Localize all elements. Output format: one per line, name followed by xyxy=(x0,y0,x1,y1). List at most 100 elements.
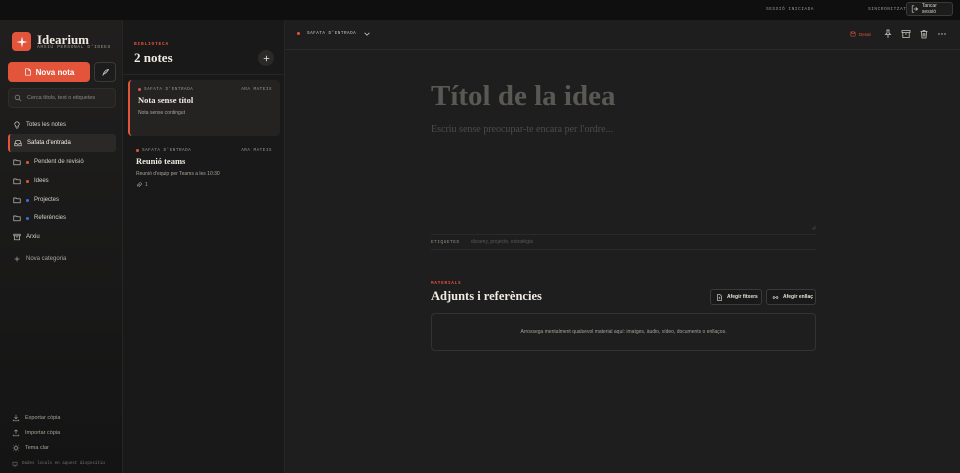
new-category-label: Nova categoria xyxy=(26,256,67,262)
folder-icon xyxy=(13,159,21,166)
title-input[interactable]: Títol de la idea xyxy=(431,80,615,113)
note-meta: SAFATA D'ENTRADA ARA MATEIX xyxy=(136,148,272,153)
inbox-icon xyxy=(14,140,22,147)
folder-icon xyxy=(13,215,21,222)
link-icon xyxy=(772,295,779,299)
folder-icon xyxy=(13,178,21,185)
nav-inbox[interactable]: Safata d'entrada xyxy=(8,134,116,152)
note-time: ARA MATEIX xyxy=(241,87,272,92)
sync-status: SINCRONITZAT xyxy=(868,7,907,12)
add-note-button[interactable] xyxy=(258,50,274,66)
divider xyxy=(123,74,285,75)
sparkle-icon xyxy=(16,36,27,47)
nav-label: Safata d'entrada xyxy=(27,140,71,146)
editor-header: SAFATA D'ENTRADA Desat xyxy=(285,20,960,50)
nav-label: Idees xyxy=(34,178,49,184)
library-label: BIBLIOTECA xyxy=(134,42,170,47)
archive-icon xyxy=(13,233,21,241)
tags-row: ETIQUETES disseny, projecte, estratègia xyxy=(431,234,816,250)
archive-icon[interactable] xyxy=(901,29,911,39)
add-files-label: Afegir fitxers xyxy=(727,294,758,300)
trash-icon[interactable] xyxy=(919,29,929,39)
download-icon xyxy=(12,414,20,422)
nav-label: Referències xyxy=(34,215,67,221)
category-dot xyxy=(26,160,29,164)
add-files-button[interactable]: Afegir fitxers xyxy=(710,289,762,305)
resize-handle-icon[interactable] xyxy=(811,225,816,230)
note-folder: SAFATA D'ENTRADA xyxy=(142,148,192,153)
sun-icon xyxy=(12,444,20,452)
local-note-text: Dades locals en aquest dispositiu xyxy=(22,462,105,466)
nav-label: Projectes xyxy=(34,197,60,203)
new-category-button[interactable]: Nova categoria xyxy=(8,250,116,268)
folder-icon xyxy=(13,197,21,204)
nav-references[interactable]: Referències xyxy=(8,209,116,227)
add-link-label: Afegir enllaç xyxy=(783,294,814,300)
note-time: ARA MATEIX xyxy=(241,148,272,153)
add-link-button[interactable]: Afegir enllaç xyxy=(766,289,816,305)
nav-all-notes[interactable]: Totes les notes xyxy=(8,116,116,134)
search-input[interactable]: Cerca títols, text o etiquetes xyxy=(8,88,116,108)
materials-label: MATERIALS xyxy=(431,281,462,286)
theme-toggle[interactable]: Tema clar xyxy=(12,444,49,452)
folder-select-value: SAFATA D'ENTRADA xyxy=(307,31,357,36)
attachment-count: 1 xyxy=(136,182,272,188)
new-note-icon xyxy=(24,68,31,76)
import-button[interactable]: Importar còpia xyxy=(12,429,60,437)
more-icon[interactable] xyxy=(937,29,947,39)
logout-label: Tancar sessió xyxy=(921,3,937,15)
file-icon xyxy=(717,293,722,301)
quick-capture-button[interactable] xyxy=(94,62,116,82)
paperclip-icon xyxy=(137,182,142,187)
import-label: Importar còpia xyxy=(25,430,61,436)
local-data-note: Dades locals en aquest dispositiu xyxy=(12,461,105,467)
note-excerpt: Nota sense contingut xyxy=(138,110,185,116)
top-bar: SESSIÓ INICIADA SINCRONITZAT Tancar sess… xyxy=(0,0,960,20)
nav-label: Totes les notes xyxy=(26,122,67,128)
body-textarea[interactable]: Escriu sense preocupar-te encara per l'o… xyxy=(431,124,613,135)
lightbulb-icon xyxy=(14,121,20,129)
notes-list-pane: BIBLIOTECA 2 notes SAFATA D'ENTRADA ARA … xyxy=(123,20,285,473)
folder-dot xyxy=(297,32,300,35)
nav-pending-review[interactable]: Pendent de revisió xyxy=(8,153,116,171)
nav-archive[interactable]: Arxiu xyxy=(8,228,116,246)
session-status: SESSIÓ INICIADA xyxy=(766,7,815,12)
tags-input[interactable]: disseny, projecte, estratègia xyxy=(471,239,533,245)
upload-icon xyxy=(12,429,20,437)
search-placeholder: Cerca títols, text o etiquetes xyxy=(27,95,96,101)
nav-label: Pendent de revisió xyxy=(34,159,84,165)
logout-button[interactable]: Tancar sessió xyxy=(906,2,953,16)
pin-icon[interactable] xyxy=(883,29,893,39)
export-button[interactable]: Exportar còpia xyxy=(12,414,60,422)
note-folder: SAFATA D'ENTRADA xyxy=(144,87,194,92)
new-note-label: Nova nota xyxy=(35,67,75,77)
app-logo xyxy=(12,32,31,51)
note-meta: SAFATA D'ENTRADA ARA MATEIX xyxy=(138,87,272,92)
save-icon xyxy=(850,31,856,37)
category-dot xyxy=(26,198,29,202)
brand-subtitle: ARXIU PERSONAL D'IDEES xyxy=(37,45,111,50)
quill-icon xyxy=(101,68,109,76)
nav-projects[interactable]: Projectes xyxy=(8,191,116,209)
notes-count-title: 2 notes xyxy=(134,50,173,65)
note-card[interactable]: SAFATA D'ENTRADA ARA MATEIX Reunió teams… xyxy=(128,141,280,199)
note-title: Nota sense títol xyxy=(138,95,194,105)
save-status: Desat xyxy=(850,31,871,37)
folder-dot xyxy=(138,88,141,91)
attachments-dropzone[interactable]: Arrossega mentalment qualsevol material … xyxy=(431,313,816,351)
folder-select[interactable]: SAFATA D'ENTRADA xyxy=(297,31,356,36)
nav-label: Arxiu xyxy=(26,234,40,240)
dropzone-text: Arrossega mentalment qualsevol material … xyxy=(520,329,727,335)
category-dot xyxy=(26,216,29,220)
category-dot xyxy=(26,179,29,183)
tags-label: ETIQUETES xyxy=(431,239,460,245)
new-note-button[interactable]: Nova nota xyxy=(8,62,90,82)
chevron-down-icon[interactable] xyxy=(363,30,371,38)
export-label: Exportar còpia xyxy=(25,415,61,421)
note-editor: SAFATA D'ENTRADA Desat Títol de la idea … xyxy=(285,20,960,473)
note-title: Reunió teams xyxy=(136,156,186,166)
note-card[interactable]: SAFATA D'ENTRADA ARA MATEIX Nota sense t… xyxy=(128,80,280,136)
saved-label: Desat xyxy=(859,31,871,37)
nav-ideas[interactable]: Idees xyxy=(8,172,116,190)
materials-title: Adjunts i referències xyxy=(431,289,542,303)
